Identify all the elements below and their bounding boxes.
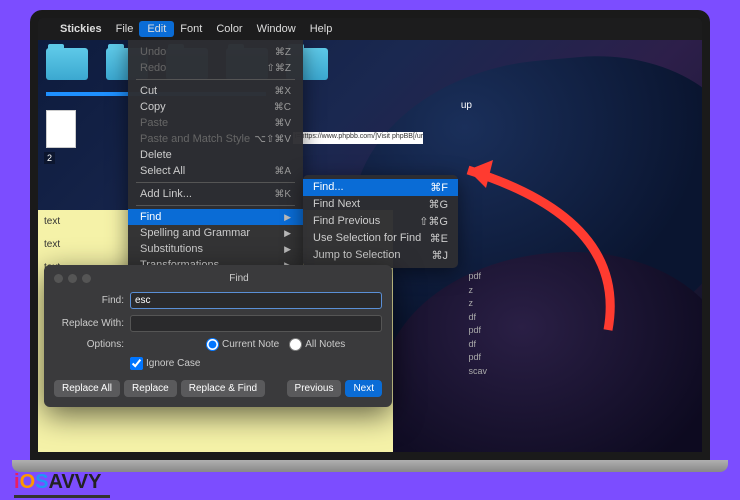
replace-find-button[interactable]: Replace & Find [181, 380, 265, 397]
submenu-item[interactable]: Find Previous⇧⌘G [303, 213, 458, 230]
menu-edit[interactable]: Edit [139, 21, 174, 37]
file-extension-list: pdfzzdfpdfdfpdfscav [468, 270, 487, 378]
menu-item[interactable]: Cut⌘X [128, 83, 303, 99]
folder-icon[interactable] [46, 48, 88, 80]
menu-font[interactable]: Font [180, 23, 202, 35]
menu-item[interactable]: Substitutions▶ [128, 241, 303, 257]
menu-item[interactable]: Copy⌘C [128, 99, 303, 115]
menu-item[interactable]: Find▶ [128, 209, 303, 225]
replace-all-button[interactable]: Replace All [54, 380, 120, 397]
laptop-frame: Stickies File Edit Font Color Window Hel… [30, 10, 710, 460]
document-label: 2 [44, 152, 55, 164]
menu-item[interactable]: Paste⌘V [128, 115, 303, 131]
brand-logo: iOSAVVY [14, 471, 101, 494]
url-snippet: i=https://www.phpbb.com/]Visit phpBB[/ur… [293, 132, 423, 144]
find-submenu: Find...⌘FFind Next⌘GFind Previous⇧⌘GUse … [303, 175, 458, 268]
menu-window[interactable]: Window [257, 23, 296, 35]
previous-button[interactable]: Previous [287, 380, 342, 397]
dialog-title: Find [96, 273, 382, 284]
logo-underline [14, 495, 110, 498]
menu-item[interactable]: Spelling and Grammar▶ [128, 225, 303, 241]
submenu-item[interactable]: Find...⌘F [303, 179, 458, 196]
submenu-item[interactable]: Use Selection for Find⌘E [303, 230, 458, 247]
menu-item[interactable]: Select All⌘A [128, 163, 303, 179]
minimize-icon[interactable] [68, 274, 77, 283]
menu-file[interactable]: File [116, 23, 134, 35]
menu-item[interactable]: Paste and Match Style⌥⇧⌘V [128, 131, 303, 147]
upload-text: up [461, 100, 472, 111]
document-icon[interactable] [46, 110, 76, 148]
radio-all-notes[interactable]: All Notes [289, 338, 345, 351]
menu-color[interactable]: Color [216, 23, 242, 35]
submenu-item[interactable]: Jump to Selection⌘J [303, 247, 458, 264]
checkbox-ignore-case[interactable]: Ignore Case [130, 357, 200, 370]
next-button[interactable]: Next [345, 380, 382, 397]
options-label: Options: [54, 339, 124, 350]
find-input[interactable] [130, 292, 382, 309]
menu-help[interactable]: Help [310, 23, 333, 35]
menu-item[interactable]: Delete [128, 147, 303, 163]
menubar: Stickies File Edit Font Color Window Hel… [38, 18, 702, 40]
find-dialog: Find Find: Replace With: Options: Curren… [44, 265, 392, 407]
desktop: 2 up i=https://www.phpbb.com/]Visit phpB… [38, 40, 702, 452]
menu-item[interactable]: Undo⌘Z [128, 44, 303, 60]
zoom-icon[interactable] [82, 274, 91, 283]
replace-button[interactable]: Replace [124, 380, 177, 397]
laptop-base [12, 460, 728, 472]
menu-item[interactable]: Add Link...⌘K [128, 186, 303, 202]
replace-label: Replace With: [54, 318, 124, 329]
close-icon[interactable] [54, 274, 63, 283]
find-label: Find: [54, 295, 124, 306]
submenu-item[interactable]: Find Next⌘G [303, 196, 458, 213]
replace-input[interactable] [130, 315, 382, 332]
radio-current-note[interactable]: Current Note [206, 338, 279, 351]
menu-item[interactable]: Redo⇧⌘Z [128, 60, 303, 76]
app-name[interactable]: Stickies [60, 23, 102, 35]
